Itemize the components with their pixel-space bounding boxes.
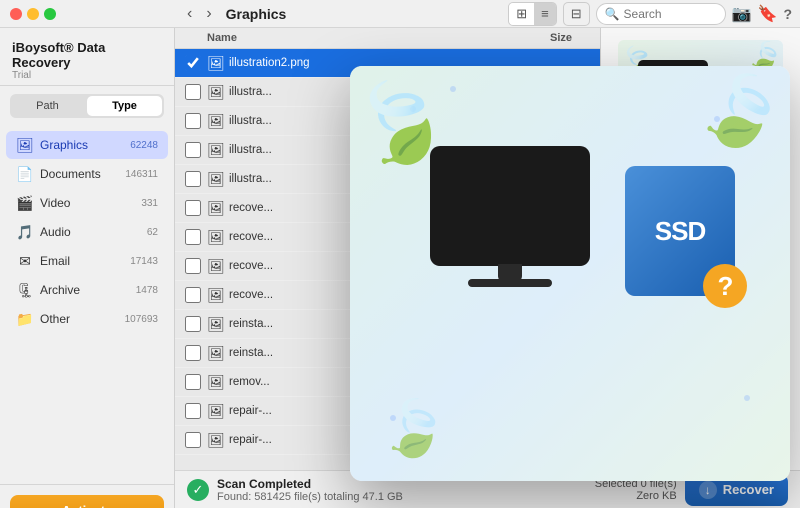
scan-found-text: Found: 581425 file(s) totaling 47.1 GB bbox=[217, 491, 403, 503]
sidebar-item-label: Email bbox=[40, 254, 126, 268]
camera-button[interactable]: 📷 bbox=[732, 4, 752, 24]
file-checkbox[interactable] bbox=[185, 142, 201, 158]
file-checkbox[interactable] bbox=[185, 258, 201, 274]
minimize-window-button[interactable] bbox=[27, 8, 39, 20]
sidebar-item-count: 1478 bbox=[136, 285, 158, 296]
maximize-window-button[interactable] bbox=[44, 8, 56, 20]
grid-view-button[interactable]: ⊞ bbox=[509, 3, 534, 25]
dot-decoration bbox=[744, 395, 750, 401]
sidebar-nav: 🖼 Graphics 62248 📄 Documents 146311 🎬 Vi… bbox=[0, 126, 174, 484]
type-tab[interactable]: Type bbox=[87, 96, 162, 116]
file-checkbox[interactable] bbox=[185, 229, 201, 245]
sidebar-item-label: Documents bbox=[40, 167, 121, 181]
file-type-icon: 🖼 bbox=[207, 257, 225, 275]
dot-decoration bbox=[450, 86, 456, 92]
file-checkbox[interactable] bbox=[185, 374, 201, 390]
scan-complete-icon: ✓ bbox=[187, 479, 209, 501]
selected-info: Selected 0 file(s) Zero KB bbox=[595, 478, 677, 502]
app-subtitle: Trial bbox=[12, 70, 162, 81]
sidebar-footer: Activate bbox=[0, 484, 174, 508]
file-checkbox[interactable] bbox=[185, 432, 201, 448]
big-ssd-question-icon: ? bbox=[703, 264, 747, 308]
sidebar-item-count: 331 bbox=[141, 198, 158, 209]
toolbar-section-title: Graphics bbox=[226, 6, 287, 22]
file-type-icon: 🖼 bbox=[207, 431, 225, 449]
sidebar-item-label: Video bbox=[40, 196, 137, 210]
file-type-icon: 🖼 bbox=[207, 344, 225, 362]
other-icon: 📁 bbox=[16, 310, 34, 328]
file-type-icon: 🖼 bbox=[207, 141, 225, 159]
file-type-icon: 🖼 bbox=[207, 315, 225, 333]
sidebar-item-count: 17143 bbox=[130, 256, 158, 267]
recover-icon: ↓ bbox=[699, 481, 717, 499]
file-type-icon: 🖼 bbox=[207, 286, 225, 304]
sidebar-item-audio[interactable]: 🎵 Audio 62 bbox=[6, 218, 168, 246]
file-type-icon: 🖼 bbox=[207, 373, 225, 391]
video-icon: 🎬 bbox=[16, 194, 34, 212]
col-name-header: Name bbox=[207, 32, 550, 44]
file-checkbox[interactable] bbox=[185, 113, 201, 129]
file-type-icon: 🖼 bbox=[207, 402, 225, 420]
popup-image-area: 🍃 🍃 🍃 SSD ? bbox=[350, 66, 790, 481]
sidebar-item-video[interactable]: 🎬 Video 331 bbox=[6, 189, 168, 217]
back-button[interactable]: ‹ bbox=[183, 3, 196, 25]
sidebar-item-label: Graphics bbox=[40, 138, 126, 152]
sidebar-item-label: Audio bbox=[40, 225, 143, 239]
file-checkbox[interactable] bbox=[185, 403, 201, 419]
file-type-icon: 🖼 bbox=[207, 170, 225, 188]
app-title: iBoysoft® Data Recovery bbox=[12, 40, 162, 70]
file-type-icon: 🖼 bbox=[207, 54, 225, 72]
file-checkbox[interactable] bbox=[185, 287, 201, 303]
file-checkbox[interactable] bbox=[185, 345, 201, 361]
sidebar-item-count: 62 bbox=[147, 227, 158, 238]
search-input[interactable] bbox=[624, 7, 724, 21]
file-type-icon: 🖼 bbox=[207, 199, 225, 217]
file-checkbox[interactable] bbox=[185, 200, 201, 216]
sidebar-header: iBoysoft® Data Recovery Trial bbox=[0, 28, 174, 86]
sidebar-item-count: 107693 bbox=[125, 314, 158, 325]
list-view-button[interactable]: ≡ bbox=[534, 3, 556, 25]
bookmark-button[interactable]: 🔖 bbox=[758, 4, 778, 24]
documents-icon: 📄 bbox=[16, 165, 34, 183]
sidebar-item-label: Archive bbox=[40, 283, 132, 297]
recover-label: Recover bbox=[723, 482, 774, 497]
big-leaf-2: 🍃 bbox=[686, 66, 790, 165]
archive-icon: 🗜 bbox=[16, 281, 34, 299]
file-checkbox[interactable] bbox=[185, 55, 201, 71]
sidebar-item-label: Other bbox=[40, 312, 121, 326]
path-type-tabs: Path Type bbox=[10, 94, 164, 118]
big-leaf-3: 🍃 bbox=[377, 393, 451, 464]
sidebar: iBoysoft® Data Recovery Trial Path Type … bbox=[0, 28, 175, 508]
sidebar-item-documents[interactable]: 📄 Documents 146311 bbox=[6, 160, 168, 188]
search-box: 🔍 bbox=[596, 3, 726, 25]
file-type-icon: 🖼 bbox=[207, 228, 225, 246]
sidebar-item-graphics[interactable]: 🖼 Graphics 62248 bbox=[6, 131, 168, 159]
graphics-icon: 🖼 bbox=[16, 136, 34, 154]
preview-popup: 🍃 🍃 🍃 SSD ? bbox=[350, 66, 790, 481]
close-window-button[interactable] bbox=[10, 8, 22, 20]
email-icon: ✉ bbox=[16, 252, 34, 270]
sidebar-item-count: 146311 bbox=[125, 169, 158, 180]
help-button[interactable]: ? bbox=[783, 6, 792, 22]
filter-button[interactable]: ⊟ bbox=[563, 2, 590, 26]
forward-button[interactable]: › bbox=[202, 3, 215, 25]
view-toggle: ⊞ ≡ bbox=[508, 2, 557, 26]
audio-icon: 🎵 bbox=[16, 223, 34, 241]
big-mac-base bbox=[468, 279, 552, 287]
search-icon: 🔍 bbox=[605, 7, 620, 21]
sidebar-item-other[interactable]: 📁 Other 107693 bbox=[6, 305, 168, 333]
sidebar-item-archive[interactable]: 🗜 Archive 1478 bbox=[6, 276, 168, 304]
sidebar-item-email[interactable]: ✉ Email 17143 bbox=[6, 247, 168, 275]
selected-size: Zero KB bbox=[595, 490, 677, 502]
activate-button[interactable]: Activate bbox=[10, 495, 164, 508]
big-mac-monitor bbox=[430, 146, 590, 266]
file-checkbox[interactable] bbox=[185, 171, 201, 187]
file-checkbox[interactable] bbox=[185, 84, 201, 100]
path-tab[interactable]: Path bbox=[10, 94, 85, 118]
file-type-icon: 🖼 bbox=[207, 83, 225, 101]
file-type-icon: 🖼 bbox=[207, 112, 225, 130]
file-checkbox[interactable] bbox=[185, 316, 201, 332]
big-ssd-icon: SSD ? bbox=[625, 166, 735, 296]
sidebar-item-count: 62248 bbox=[130, 140, 158, 151]
